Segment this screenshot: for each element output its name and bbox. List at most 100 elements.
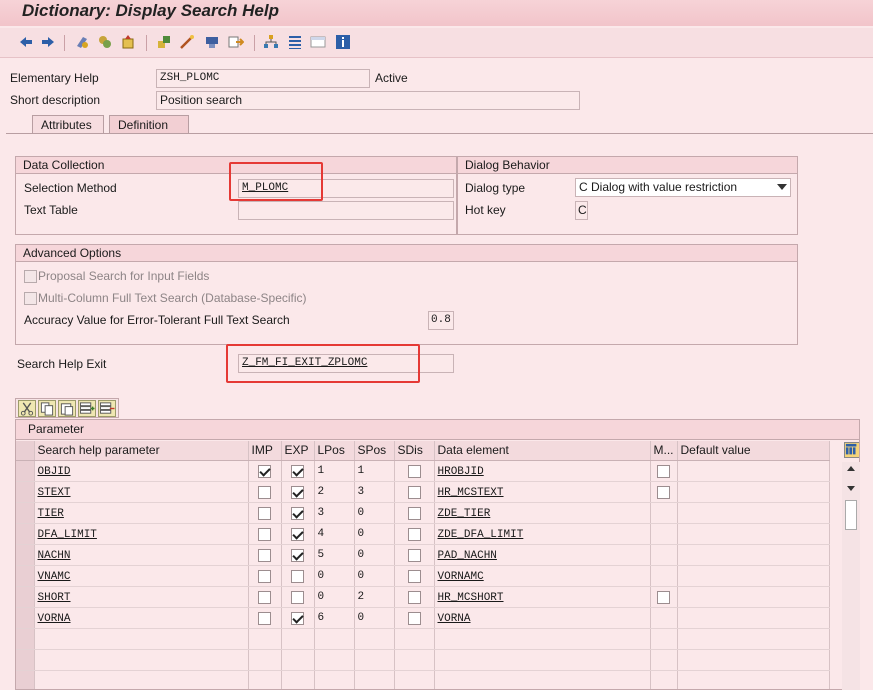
data-element-cell[interactable]: PAD_NACHN [434,544,651,566]
spos-cell[interactable]: 2 [354,586,395,608]
empty-cell[interactable] [650,628,678,650]
empty-cell[interactable] [434,670,651,689]
sdis-checkbox[interactable] [407,527,421,541]
insert-row-icon[interactable] [78,400,96,417]
imp-checkbox[interactable] [258,527,271,541]
m-checkbox[interactable] [657,464,670,478]
param-name-cell[interactable]: VNAMC [34,565,249,587]
row-selector[interactable] [16,628,35,650]
spos-cell[interactable]: 0 [354,607,395,629]
data-element-cell[interactable]: ZDE_TIER [434,502,651,524]
other-object-icon[interactable] [74,34,90,50]
lpos-cell[interactable]: 3 [314,502,355,524]
text-table-field[interactable] [238,201,454,220]
spos-cell[interactable]: 0 [354,502,395,524]
exp-checkbox[interactable] [291,464,304,478]
sdis-checkbox[interactable] [407,590,421,604]
exp-checkbox[interactable] [291,527,304,541]
empty-cell[interactable] [394,628,435,650]
empty-cell[interactable] [434,649,651,671]
param-name-cell[interactable]: SHORT [34,586,249,608]
empty-cell[interactable] [248,628,282,650]
empty-cell[interactable] [434,628,651,650]
sdis-checkbox[interactable] [407,569,421,583]
exp-checkbox[interactable] [291,548,304,562]
param-name-cell[interactable]: TIER [34,502,249,524]
check-icon[interactable] [156,34,172,50]
empty-cell[interactable] [354,649,395,671]
spos-cell[interactable]: 3 [354,481,395,503]
exp-checkbox[interactable] [291,506,304,520]
param-name-cell[interactable]: STEXT [34,481,249,503]
empty-cell[interactable] [394,670,435,689]
row-selector[interactable] [16,565,35,587]
empty-cell[interactable] [650,649,678,671]
chevron-down-icon[interactable] [777,184,787,190]
table-row[interactable] [16,628,830,650]
tab-definition[interactable]: Definition [109,115,189,134]
table-row[interactable]: VNAMC 0 0 VORNAMC [16,565,830,587]
short-description-field[interactable]: Position search [156,91,580,110]
sdis-checkbox[interactable] [407,506,421,520]
empty-cell[interactable] [281,670,315,689]
default-value-cell[interactable] [677,565,830,587]
param-name-cell[interactable]: NACHN [34,544,249,566]
paste-icon[interactable] [58,400,76,417]
test-icon[interactable] [179,34,195,50]
empty-cell[interactable] [354,628,395,650]
sdis-checkbox[interactable] [407,548,421,562]
row-selector[interactable] [16,586,35,608]
empty-cell[interactable] [677,628,830,650]
vertical-scrollbar[interactable] [842,462,860,690]
imp-checkbox[interactable] [258,485,271,499]
m-checkbox[interactable] [657,590,670,604]
tab-attributes[interactable]: Attributes [32,115,104,134]
data-element-cell[interactable]: ZDE_DFA_LIMIT [434,523,651,545]
col-exp[interactable]: EXP [281,441,315,461]
exp-checkbox[interactable] [291,590,304,604]
where-used-icon[interactable] [204,34,220,50]
lpos-cell[interactable]: 5 [314,544,355,566]
lpos-cell[interactable]: 1 [314,460,355,482]
col-spos[interactable]: SPos [354,441,395,461]
accuracy-field[interactable]: 0.8 [428,311,454,330]
empty-cell[interactable] [650,670,678,689]
data-element-cell[interactable]: HROBJID [434,460,651,482]
lpos-cell[interactable]: 6 [314,607,355,629]
back-icon[interactable] [18,34,34,50]
imp-checkbox[interactable] [258,464,271,478]
sdis-checkbox[interactable] [407,464,421,478]
empty-cell[interactable] [314,649,355,671]
imp-checkbox[interactable] [258,590,271,604]
default-value-cell[interactable] [677,586,830,608]
row-selector[interactable] [16,607,35,629]
imp-checkbox[interactable] [258,569,271,583]
row-selector[interactable] [16,460,35,482]
empty-cell[interactable] [34,628,249,650]
forward-icon[interactable] [40,34,56,50]
param-name-cell[interactable]: VORNA [34,607,249,629]
table-row[interactable]: VORNA 6 0 VORNA [16,607,830,629]
navigation-window-icon[interactable] [228,34,244,50]
col-default-value[interactable]: Default value [677,441,830,461]
empty-cell[interactable] [248,670,282,689]
multicolumn-search-checkbox[interactable] [24,292,37,305]
imp-checkbox[interactable] [258,611,271,625]
display-object-list-icon[interactable] [310,34,326,50]
data-element-cell[interactable]: VORNA [434,607,651,629]
table-row[interactable]: SHORT 0 2 HR_MCSHORT [16,586,830,608]
col-sdis[interactable]: SDis [394,441,435,461]
col-data-element[interactable]: Data element [434,441,651,461]
empty-cell[interactable] [677,670,830,689]
param-name-cell[interactable]: OBJID [34,460,249,482]
empty-cell[interactable] [34,649,249,671]
data-element-cell[interactable]: HR_MCSTEXT [434,481,651,503]
empty-cell[interactable] [354,670,395,689]
exp-checkbox[interactable] [291,611,304,625]
lpos-cell[interactable]: 0 [314,565,355,587]
row-selector[interactable] [16,670,35,689]
scroll-up-icon[interactable] [847,466,855,471]
empty-cell[interactable] [34,670,249,689]
col-lpos[interactable]: LPos [314,441,355,461]
sdis-checkbox[interactable] [407,611,421,625]
